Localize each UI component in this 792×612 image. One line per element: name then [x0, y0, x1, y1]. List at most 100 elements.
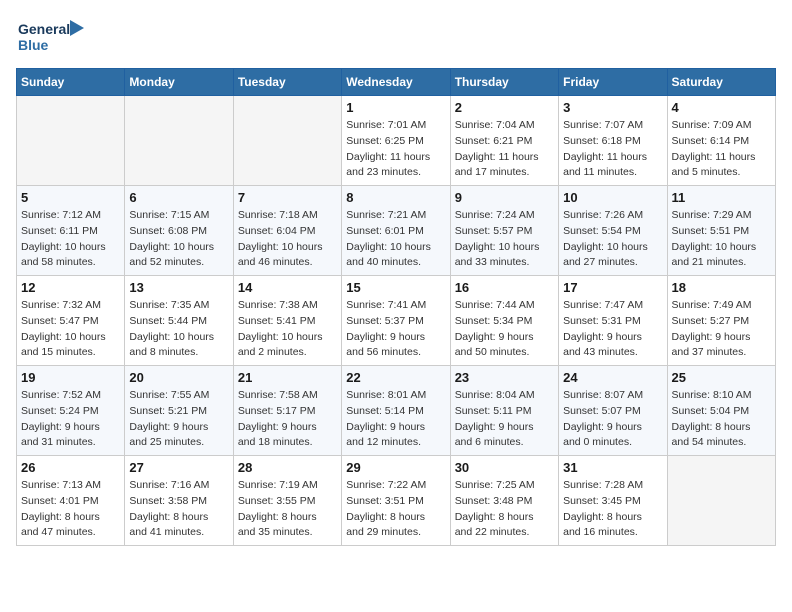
calendar-cell: 19Sunrise: 7:52 AM Sunset: 5:24 PM Dayli…	[17, 366, 125, 456]
calendar-cell: 7Sunrise: 7:18 AM Sunset: 6:04 PM Daylig…	[233, 186, 341, 276]
calendar-cell: 12 Sunrise: 7:32 AM Sunset: 5:47 PM Dayli…	[17, 276, 125, 366]
day-number: 3	[563, 100, 662, 115]
day-info: Sunrise: 7:18 AM Sunset: 6:04 PM Dayligh…	[238, 208, 337, 271]
day-number: 24	[563, 370, 662, 385]
day-info: Sunrise: 7:19 AM Sunset: 3:55 PM Dayligh…	[238, 478, 337, 541]
day-number: 25	[672, 370, 771, 385]
calendar-cell: 20Sunrise: 7:55 AM Sunset: 5:21 PM Dayli…	[125, 366, 233, 456]
day-number: 13	[129, 280, 228, 295]
calendar-cell: 11Sunrise: 7:29 AM Sunset: 5:51 PM Dayli…	[667, 186, 775, 276]
weekday-header-tuesday: Tuesday	[233, 69, 341, 96]
calendar-cell: 5Sunrise: 7:12 AM Sunset: 6:11 PM Daylig…	[17, 186, 125, 276]
calendar-cell: 18 Sunrise: 7:49 AM Sunset: 5:27 PM Dayli…	[667, 276, 775, 366]
day-number: 18	[672, 280, 771, 295]
calendar-cell	[17, 96, 125, 186]
day-number: 16	[455, 280, 554, 295]
calendar-cell: 17 Sunrise: 7:47 AM Sunset: 5:31 PM Dayli…	[559, 276, 667, 366]
day-number: 20	[129, 370, 228, 385]
day-number: 12	[21, 280, 120, 295]
day-info: Sunrise: 7:38 AM Sunset: 5:41 PM Dayligh…	[238, 298, 337, 361]
weekday-header-sunday: Sunday	[17, 69, 125, 96]
day-info: Sunrise: 7:26 AM Sunset: 5:54 PM Dayligh…	[563, 208, 662, 271]
weekday-header-saturday: Saturday	[667, 69, 775, 96]
calendar-cell: 9Sunrise: 7:24 AM Sunset: 5:57 PM Daylig…	[450, 186, 558, 276]
day-info: Sunrise: 7:41 AM Sunset: 5:37 PM Dayligh…	[346, 298, 445, 361]
day-info: Sunrise: 7:44 AM Sunset: 5:34 PM Dayligh…	[455, 298, 554, 361]
calendar-cell: 22Sunrise: 8:01 AM Sunset: 5:14 PM Dayli…	[342, 366, 450, 456]
calendar-cell: 21Sunrise: 7:58 AM Sunset: 5:17 PM Dayli…	[233, 366, 341, 456]
weekday-header-monday: Monday	[125, 69, 233, 96]
calendar-table: SundayMondayTuesdayWednesdayThursdayFrid…	[16, 68, 776, 546]
logo: GeneralBlue	[16, 16, 86, 58]
day-number: 19	[21, 370, 120, 385]
day-info: Sunrise: 7:32 AM Sunset: 5:47 PM Dayligh…	[21, 298, 120, 361]
calendar-week-row: 5Sunrise: 7:12 AM Sunset: 6:11 PM Daylig…	[17, 186, 776, 276]
calendar-week-row: 1 Sunrise: 7:01 AM Sunset: 6:25 PM Daylig…	[17, 96, 776, 186]
day-info: Sunrise: 7:28 AM Sunset: 3:45 PM Dayligh…	[563, 478, 662, 541]
day-info: Sunrise: 7:24 AM Sunset: 5:57 PM Dayligh…	[455, 208, 554, 271]
day-info: Sunrise: 7:15 AM Sunset: 6:08 PM Dayligh…	[129, 208, 228, 271]
svg-text:General: General	[18, 21, 70, 37]
calendar-cell: 30Sunrise: 7:25 AM Sunset: 3:48 PM Dayli…	[450, 456, 558, 546]
day-info: Sunrise: 7:21 AM Sunset: 6:01 PM Dayligh…	[346, 208, 445, 271]
day-number: 22	[346, 370, 445, 385]
calendar-cell: 23 Sunrise: 8:04 AM Sunset: 5:11 PM Dayli…	[450, 366, 558, 456]
day-info: Sunrise: 8:04 AM Sunset: 5:11 PM Dayligh…	[455, 388, 554, 451]
day-info: Sunrise: 7:01 AM Sunset: 6:25 PM Dayligh…	[346, 118, 445, 181]
page-header: GeneralBlue	[16, 16, 776, 58]
day-number: 26	[21, 460, 120, 475]
day-number: 14	[238, 280, 337, 295]
day-number: 17	[563, 280, 662, 295]
calendar-cell: 3Sunrise: 7:07 AM Sunset: 6:18 PM Daylig…	[559, 96, 667, 186]
day-number: 1	[346, 100, 445, 115]
calendar-body: 1 Sunrise: 7:01 AM Sunset: 6:25 PM Daylig…	[17, 96, 776, 546]
day-number: 4	[672, 100, 771, 115]
calendar-cell	[667, 456, 775, 546]
day-number: 29	[346, 460, 445, 475]
calendar-cell: 2 Sunrise: 7:04 AM Sunset: 6:21 PM Daylig…	[450, 96, 558, 186]
day-number: 31	[563, 460, 662, 475]
calendar-cell: 13 Sunrise: 7:35 AM Sunset: 5:44 PM Dayli…	[125, 276, 233, 366]
day-number: 15	[346, 280, 445, 295]
day-number: 10	[563, 190, 662, 205]
day-info: Sunrise: 7:16 AM Sunset: 3:58 PM Dayligh…	[129, 478, 228, 541]
calendar-cell: 6 Sunrise: 7:15 AM Sunset: 6:08 PM Daylig…	[125, 186, 233, 276]
calendar-cell: 1 Sunrise: 7:01 AM Sunset: 6:25 PM Daylig…	[342, 96, 450, 186]
day-info: Sunrise: 7:47 AM Sunset: 5:31 PM Dayligh…	[563, 298, 662, 361]
day-info: Sunrise: 7:04 AM Sunset: 6:21 PM Dayligh…	[455, 118, 554, 181]
day-number: 6	[129, 190, 228, 205]
day-info: Sunrise: 7:22 AM Sunset: 3:51 PM Dayligh…	[346, 478, 445, 541]
logo-svg: GeneralBlue	[16, 16, 86, 58]
calendar-cell: 10 Sunrise: 7:26 AM Sunset: 5:54 PM Dayli…	[559, 186, 667, 276]
calendar-cell: 29 Sunrise: 7:22 AM Sunset: 3:51 PM Dayli…	[342, 456, 450, 546]
calendar-cell: 14 Sunrise: 7:38 AM Sunset: 5:41 PM Dayli…	[233, 276, 341, 366]
day-info: Sunrise: 8:10 AM Sunset: 5:04 PM Dayligh…	[672, 388, 771, 451]
calendar-week-row: 12 Sunrise: 7:32 AM Sunset: 5:47 PM Dayli…	[17, 276, 776, 366]
calendar-cell: 15 Sunrise: 7:41 AM Sunset: 5:37 PM Dayli…	[342, 276, 450, 366]
calendar-week-row: 26 Sunrise: 7:13 AM Sunset: 4:01 PM Dayli…	[17, 456, 776, 546]
calendar-cell: 16 Sunrise: 7:44 AM Sunset: 5:34 PM Dayli…	[450, 276, 558, 366]
day-number: 2	[455, 100, 554, 115]
day-number: 8	[346, 190, 445, 205]
day-number: 23	[455, 370, 554, 385]
day-number: 30	[455, 460, 554, 475]
day-info: Sunrise: 7:49 AM Sunset: 5:27 PM Dayligh…	[672, 298, 771, 361]
calendar-cell: 4 Sunrise: 7:09 AM Sunset: 6:14 PM Daylig…	[667, 96, 775, 186]
day-info: Sunrise: 8:07 AM Sunset: 5:07 PM Dayligh…	[563, 388, 662, 451]
calendar-cell: 8 Sunrise: 7:21 AM Sunset: 6:01 PM Daylig…	[342, 186, 450, 276]
weekday-header-row: SundayMondayTuesdayWednesdayThursdayFrid…	[17, 69, 776, 96]
day-info: Sunrise: 7:13 AM Sunset: 4:01 PM Dayligh…	[21, 478, 120, 541]
weekday-header-wednesday: Wednesday	[342, 69, 450, 96]
day-info: Sunrise: 7:09 AM Sunset: 6:14 PM Dayligh…	[672, 118, 771, 181]
weekday-header-thursday: Thursday	[450, 69, 558, 96]
day-info: Sunrise: 7:29 AM Sunset: 5:51 PM Dayligh…	[672, 208, 771, 271]
svg-text:Blue: Blue	[18, 37, 49, 53]
weekday-header-friday: Friday	[559, 69, 667, 96]
calendar-cell	[125, 96, 233, 186]
day-number: 27	[129, 460, 228, 475]
calendar-cell: 26 Sunrise: 7:13 AM Sunset: 4:01 PM Dayli…	[17, 456, 125, 546]
calendar-cell	[233, 96, 341, 186]
day-number: 5	[21, 190, 120, 205]
day-info: Sunrise: 7:35 AM Sunset: 5:44 PM Dayligh…	[129, 298, 228, 361]
day-number: 21	[238, 370, 337, 385]
